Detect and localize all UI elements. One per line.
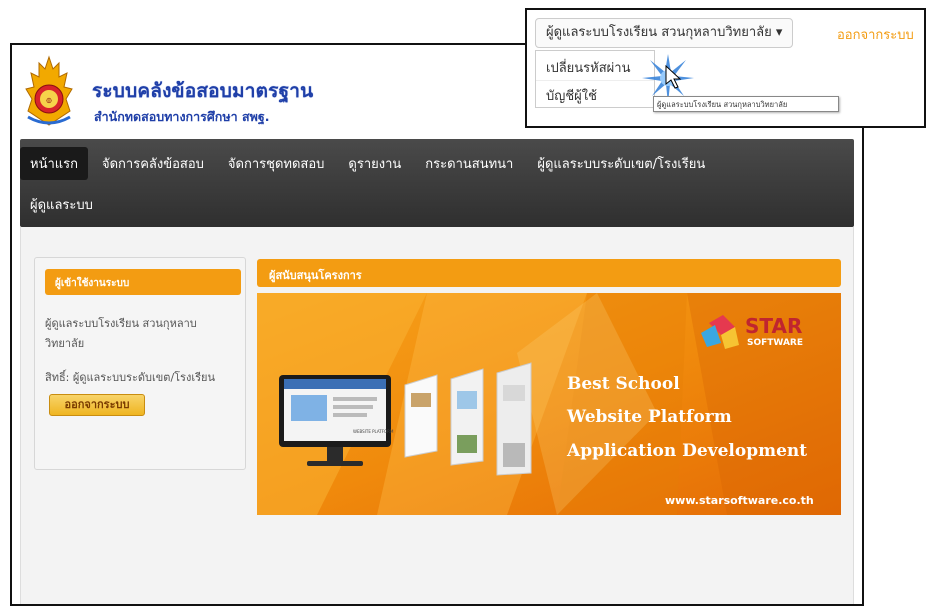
banner-line-2: Website Platform <box>566 407 732 427</box>
sponsor-heading: ผู้สนับสนุนโครงการ <box>257 259 841 287</box>
banner-url: www.starsoftware.co.th <box>665 494 814 507</box>
user-role: สิทธิ์: ผู้ดูแลระบบระดับเขต/โรงเรียน <box>45 371 215 384</box>
brand-software: SOFTWARE <box>747 338 803 348</box>
menu-item-change-password[interactable]: เปลี่ยนรหัสผ่าน <box>536 53 654 79</box>
navbar-row: หน้าแรก จัดการคลังข้อสอบ จัดการชุดทดสอบ … <box>20 146 719 180</box>
user-name-line2: วิทยาลัย <box>45 337 85 350</box>
nav-manage-test-sets[interactable]: จัดการชุดทดสอบ <box>218 147 334 180</box>
sponsor-banner[interactable]: WEBSITE PLATFORM STAR SOFTWARE Best Scho… <box>257 293 841 515</box>
emblem-logo: ๏ <box>25 55 73 126</box>
site-subtitle: สำนักทดสอบทางการศึกษา สพฐ. <box>94 109 270 124</box>
menu-item-user-account[interactable]: บัญชีผู้ใช้ <box>536 80 654 106</box>
content-area: ผู้เข้าใช้งานระบบ ผู้ดูแลระบบโรงเรียน สว… <box>20 227 854 604</box>
nav-manage-item-bank[interactable]: จัดการคลังข้อสอบ <box>92 147 214 180</box>
user-dropdown-menu: เปลี่ยนรหัสผ่าน บัญชีผู้ใช้ <box>535 50 655 108</box>
user-menu-popup: ผู้ดูแลระบบโรงเรียน สวนกุหลาบวิทยาลัย ▾ … <box>525 8 926 128</box>
nav-forum[interactable]: กระดานสนทนา <box>415 147 523 180</box>
star-software-logo: STAR SOFTWARE <box>701 314 803 349</box>
nav-area-school-admin[interactable]: ผู้ดูแลระบบระดับเขต/โรงเรียน <box>527 147 715 180</box>
nav-system-admin[interactable]: ผู้ดูแลระบบ <box>20 188 103 221</box>
site-title: ระบบคลังข้อสอบมาตรฐาน <box>92 80 314 102</box>
tooltip: ผู้ดูแลระบบโรงเรียน สวนกุหลาบวิทยาลัย <box>653 96 839 112</box>
screenshot-stage: ๏ ระบบคลังข้อสอบมาตรฐาน สำนักทดสอบทางการ… <box>0 0 926 608</box>
nav-home[interactable]: หน้าแรก <box>20 146 88 180</box>
logout-link[interactable]: ออกจากระบบ <box>837 24 914 45</box>
banner-line-1: Best School <box>567 374 680 394</box>
logout-button[interactable]: ออกจากระบบ <box>49 394 145 416</box>
svg-text:๏: ๏ <box>46 95 52 106</box>
login-panel: ผู้เข้าใช้งานระบบ ผู้ดูแลระบบโรงเรียน สว… <box>34 257 246 470</box>
navbar-row: ผู้ดูแลระบบ <box>20 189 107 219</box>
brand-star: STAR <box>745 314 802 338</box>
main-navbar: หน้าแรก จัดการคลังข้อสอบ จัดการชุดทดสอบ … <box>20 139 854 227</box>
nav-reports[interactable]: ดูรายงาน <box>338 147 411 180</box>
logged-in-user: ผู้ดูแลระบบโรงเรียน สวนกุหลาบ วิทยาลัย <box>45 314 241 354</box>
user-dropdown-toggle[interactable]: ผู้ดูแลระบบโรงเรียน สวนกุหลาบวิทยาลัย ▾ <box>535 18 794 48</box>
login-panel-heading: ผู้เข้าใช้งานระบบ <box>45 269 241 295</box>
screen-caption: WEBSITE PLATFORM <box>353 429 394 434</box>
user-name-line1: ผู้ดูแลระบบโรงเรียน สวนกุหลาบ <box>45 317 197 330</box>
banner-line-3: Application Development <box>566 441 807 461</box>
